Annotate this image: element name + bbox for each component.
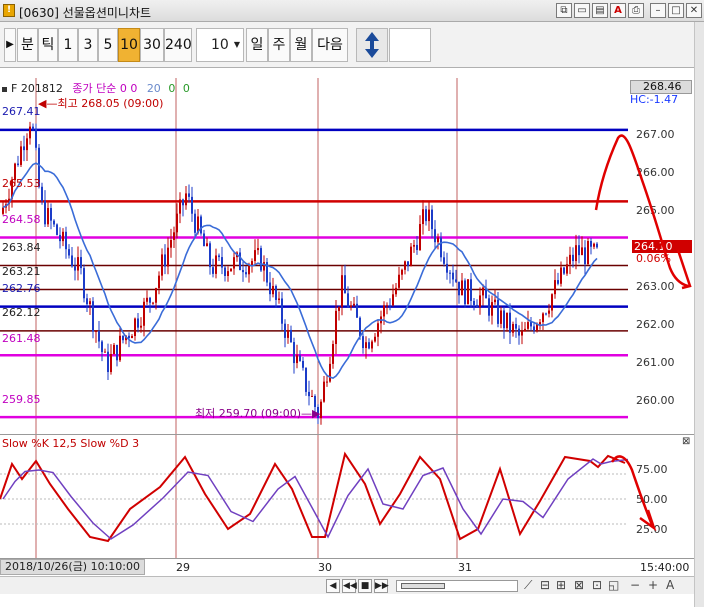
grid-tool-icon[interactable]: ⊡ — [592, 578, 602, 592]
date-label: 30 — [318, 561, 332, 574]
line-tool-icon[interactable]: ⟋ — [524, 578, 532, 593]
bottom-edge — [0, 594, 694, 607]
zoom-in-button[interactable]: + — [648, 578, 658, 592]
date-label: 31 — [458, 561, 472, 574]
cursor-date: 2018/10/26(금) 10:10:00 — [0, 559, 146, 575]
rewind-button[interactable]: ◀◀ — [342, 579, 357, 593]
cursor-tool-icon[interactable]: ◱ — [608, 578, 619, 592]
vertical-scrollbar[interactable] — [694, 22, 704, 607]
font-size-button[interactable]: A — [666, 578, 674, 592]
time-label: 15:40:00 — [640, 561, 690, 574]
shape-tool-icon[interactable]: ⊠ — [574, 578, 584, 592]
scroll-thumb[interactable] — [401, 583, 445, 589]
forward-button[interactable]: ▶▶ — [374, 579, 389, 593]
date-label: 29 — [176, 561, 190, 574]
scroll-track[interactable] — [396, 580, 518, 592]
text-tool-icon[interactable]: ⊞ — [556, 578, 566, 592]
bottom-toolbar: ◀ ◀◀ ■ ▶▶ ⟋ ⊟ ⊞ ⊠ ⊡ ◱ − + A — [0, 576, 694, 594]
zoom-out-button[interactable]: − — [630, 578, 640, 592]
stop-button[interactable]: ■ — [358, 579, 372, 593]
prev-button[interactable]: ◀ — [326, 579, 340, 593]
date-axis: 2018/10/26(금) 10:10:00 29 30 31 15:40:00 — [0, 558, 694, 576]
freehand-annotation — [594, 134, 692, 532]
fib-tool-icon[interactable]: ⊟ — [540, 578, 550, 592]
